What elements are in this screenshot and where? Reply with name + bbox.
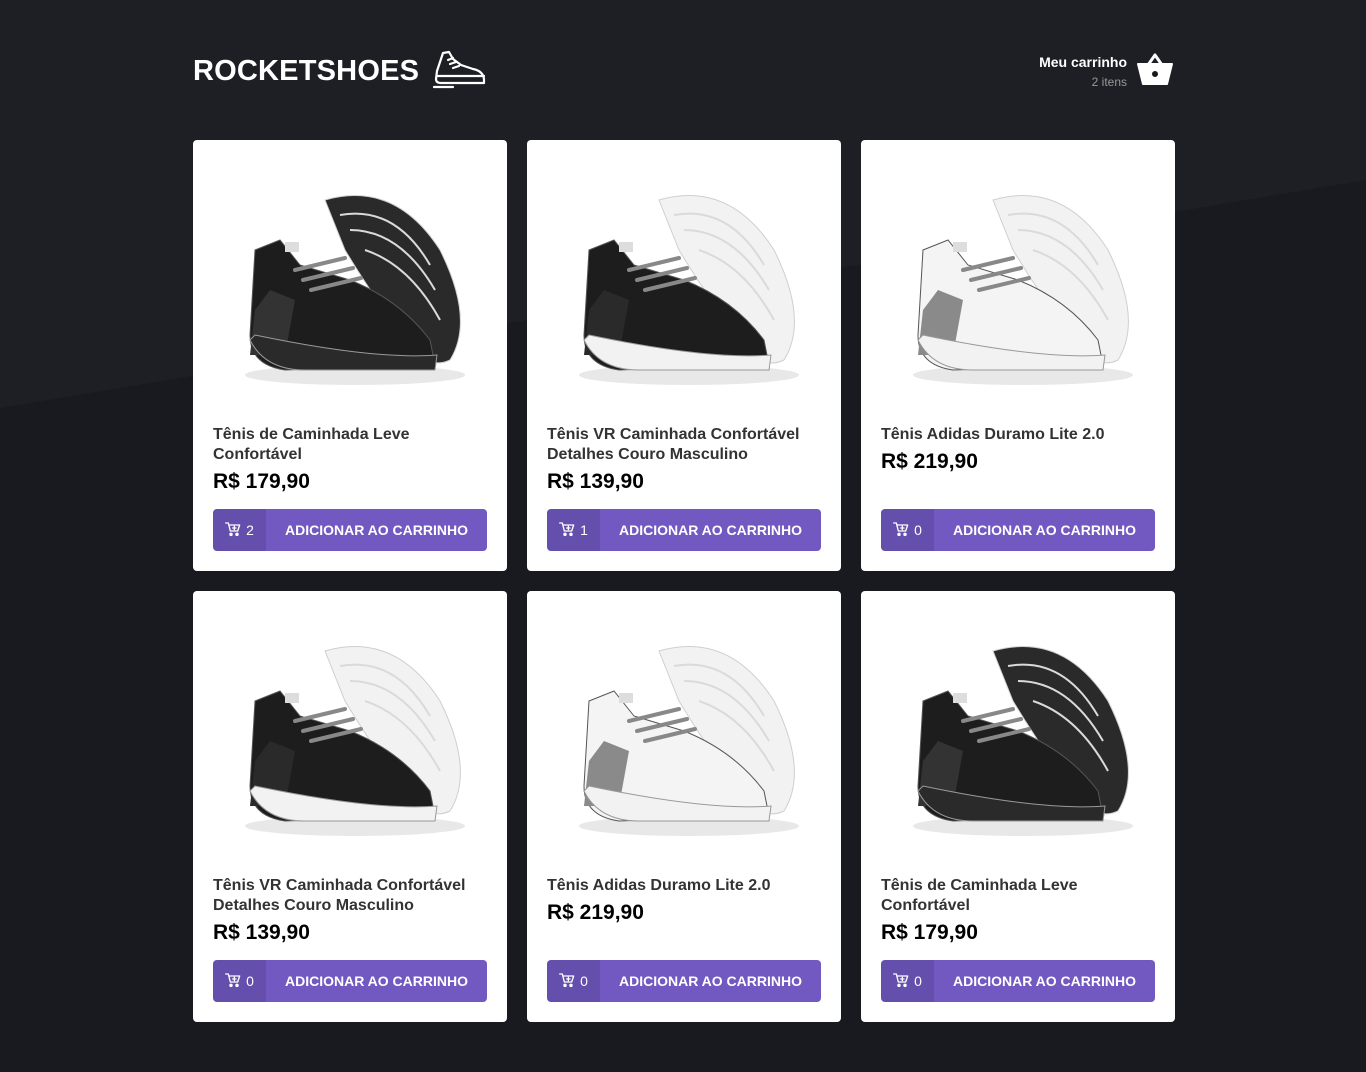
product-card-5: Tênis Adidas Duramo Lite 2.0 R$ 219,90 0… — [527, 591, 841, 1022]
product-price: R$ 139,90 — [213, 921, 310, 944]
add-shopping-cart-icon — [893, 972, 909, 991]
cart-quantity: 0 — [547, 960, 600, 1002]
product-title: Tênis de Caminhada Leve Confortável — [213, 426, 410, 463]
product-card-2: Tênis VR Caminhada Confortável Detalhes … — [527, 140, 841, 571]
add-to-cart-button[interactable]: 0 ADICIONAR AO CARRINHO — [881, 960, 1155, 1002]
cart-quantity: 0 — [213, 960, 266, 1002]
cart-quantity-value: 0 — [580, 973, 588, 989]
cart-quantity-value: 0 — [914, 522, 922, 538]
add-to-cart-label: ADICIONAR AO CARRINHO — [284, 973, 469, 989]
add-to-cart-button[interactable]: 0 ADICIONAR AO CARRINHO — [213, 960, 487, 1002]
cart-quantity-value: 0 — [914, 973, 922, 989]
cart-quantity-value: 0 — [246, 973, 254, 989]
sneaker-image — [913, 646, 1133, 836]
page-container: ROCKETSHOES Meu carrinho 2 itens Tênis d… — [193, 0, 1175, 1022]
product-card-6: Tênis de Caminhada Leve Confortável R$ 1… — [861, 591, 1175, 1022]
sneaker-image — [245, 195, 465, 385]
cart-info: Meu carrinho 2 itens — [1039, 54, 1127, 89]
product-card-1: Tênis de Caminhada Leve Confortável R$ 1… — [193, 140, 507, 571]
product-card-4: Tênis VR Caminhada Confortável Detalhes … — [193, 591, 507, 1022]
add-to-cart-button[interactable]: 1 ADICIONAR AO CARRINHO — [547, 509, 821, 551]
sneaker-icon — [433, 49, 487, 94]
add-shopping-cart-icon — [559, 972, 575, 991]
product-list: Tênis de Caminhada Leve Confortável R$ 1… — [193, 140, 1175, 1022]
cart-quantity: 2 — [213, 509, 266, 551]
basket-icon — [1137, 52, 1173, 91]
cart-quantity-value: 1 — [580, 522, 588, 538]
cart-quantity-value: 2 — [246, 522, 254, 538]
product-image — [547, 160, 821, 410]
cart-quantity: 1 — [547, 509, 600, 551]
product-image — [881, 611, 1155, 861]
add-to-cart-button[interactable]: 0 ADICIONAR AO CARRINHO — [547, 960, 821, 1002]
sneaker-image — [245, 646, 465, 836]
cart-link[interactable]: Meu carrinho 2 itens — [1039, 52, 1173, 91]
add-shopping-cart-icon — [225, 521, 241, 540]
sneaker-image — [913, 195, 1133, 385]
add-to-cart-label: ADICIONAR AO CARRINHO — [618, 522, 803, 538]
add-to-cart-button[interactable]: 0 ADICIONAR AO CARRINHO — [881, 509, 1155, 551]
product-price: R$ 179,90 — [213, 470, 310, 493]
sneaker-image — [579, 646, 799, 836]
add-to-cart-button[interactable]: 2 ADICIONAR AO CARRINHO — [213, 509, 487, 551]
cart-quantity: 0 — [881, 960, 934, 1002]
add-to-cart-label: ADICIONAR AO CARRINHO — [618, 973, 803, 989]
add-shopping-cart-icon — [225, 972, 241, 991]
cart-title: Meu carrinho — [1039, 53, 1127, 70]
app-header: ROCKETSHOES Meu carrinho 2 itens — [193, 50, 1173, 92]
product-price: R$ 219,90 — [881, 450, 978, 473]
product-image — [213, 611, 487, 861]
product-image — [881, 160, 1155, 410]
add-to-cart-label: ADICIONAR AO CARRINHO — [952, 973, 1137, 989]
product-image — [547, 611, 821, 861]
product-title: Tênis Adidas Duramo Lite 2.0 — [547, 877, 771, 894]
cart-quantity: 0 — [881, 509, 934, 551]
logo-link[interactable]: ROCKETSHOES — [193, 49, 487, 94]
product-card-3: Tênis Adidas Duramo Lite 2.0 R$ 219,90 0… — [861, 140, 1175, 571]
product-title: Tênis de Caminhada Leve Confortável — [881, 877, 1078, 914]
product-title: Tênis VR Caminhada Confortável Detalhes … — [213, 877, 466, 914]
logo-text: ROCKETSHOES — [193, 54, 420, 87]
product-title: Tênis Adidas Duramo Lite 2.0 — [881, 426, 1105, 443]
product-image — [213, 160, 487, 410]
sneaker-image — [579, 195, 799, 385]
product-price: R$ 219,90 — [547, 901, 644, 924]
product-price: R$ 139,90 — [547, 470, 644, 493]
add-to-cart-label: ADICIONAR AO CARRINHO — [952, 522, 1137, 538]
product-title: Tênis VR Caminhada Confortável Detalhes … — [547, 426, 800, 463]
add-shopping-cart-icon — [559, 521, 575, 540]
add-shopping-cart-icon — [893, 521, 909, 540]
cart-count: 2 itens — [1091, 74, 1127, 89]
product-price: R$ 179,90 — [881, 921, 978, 944]
add-to-cart-label: ADICIONAR AO CARRINHO — [284, 522, 469, 538]
